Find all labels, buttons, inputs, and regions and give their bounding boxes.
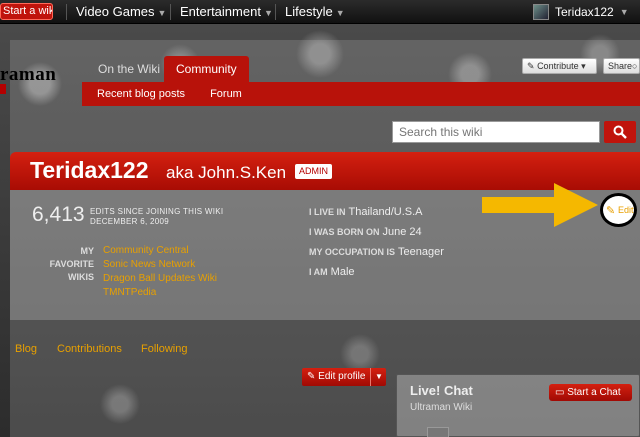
speech-bubble-icon: ▭ [555,387,565,398]
share-label: Share [608,61,633,71]
share-icon: ○ [632,61,638,71]
hub-video-games[interactable]: Video Games ▼ [76,4,166,19]
favorite-wiki-link[interactable]: Sonic News Network [103,258,217,272]
button-divider [370,368,371,386]
hub-label: Lifestyle [285,4,333,19]
edit-profile-label: Edit profile [318,371,366,382]
chat-title: Live! Chat [410,383,473,398]
wiki-logo-mark [0,84,6,94]
favorite-wikis-list: Community Central Sonic News Network Dra… [103,244,217,300]
info-gender: I AM Male [309,266,355,278]
info-value: June 24 [382,226,422,238]
chevron-down-icon[interactable]: ▼ [375,368,383,386]
edit-count: 6,413 [32,203,85,226]
profile-username: Teridax122 [30,157,149,183]
avatar [427,427,449,437]
community-subnav: Recent blog posts Forum [82,82,640,106]
tab-on-the-wiki[interactable]: On the Wiki [86,56,172,82]
search-icon [613,125,627,139]
chevron-down-icon: ▼ [263,8,273,18]
tab-community[interactable]: Community [164,56,249,82]
joined-date: DECEMBER 6, 2009 [90,217,170,226]
live-chat-module: Live! Chat Ultraman Wiki ▭ Start a Chat [396,374,640,437]
share-button[interactable]: Share○ [603,58,640,74]
info-occupation: MY OCCUPATION IS Teenager [309,246,444,258]
edits-label: EDITS SINCE JOINING THIS WIKI [90,207,224,216]
favorite-wikis-label: MY FAVORITE WIKIS [49,246,94,282]
info-key: I WAS BORN ON [309,227,380,237]
chevron-down-icon: ▼ [619,7,629,17]
user-menu[interactable]: Teridax122 ▼ [533,3,629,21]
chevron-down-icon: ▾ [581,61,586,71]
annotation-arrow-icon [482,183,598,227]
status-badge: ADMIN [295,164,332,179]
info-value: Thailand/U.S.A [348,206,423,218]
start-chat-button[interactable]: ▭ Start a Chat [549,384,632,401]
chat-wiki-name: Ultraman Wiki [410,402,473,413]
tab-following[interactable]: Following [141,343,187,355]
edit-label: Edit [618,205,634,215]
edit-profile-info-link[interactable]: ✎ Edit [600,193,637,227]
edit-profile-button[interactable]: ✎ Edit profile ▼ [302,368,386,386]
favorite-wiki-link[interactable]: Dragon Ball Updates Wiki [103,272,217,286]
subnav-item-recent-blog-posts[interactable]: Recent blog posts [97,88,185,100]
hub-entertainment[interactable]: Entertainment ▼ [180,4,273,19]
info-key: MY OCCUPATION IS [309,247,396,257]
favorite-wiki-link[interactable]: TMNTPedia [103,286,217,300]
pencil-icon: ✎ [307,371,316,382]
avatar [533,4,549,20]
chevron-down-icon: ▼ [335,8,345,18]
pencil-icon: ✎ [606,205,616,217]
search-input[interactable] [392,121,600,143]
global-navigation: Start a wiki Video Games ▼ Entertainment ▼… [0,0,640,24]
favorite-wiki-link[interactable]: Community Central [103,244,217,258]
nav-separator [170,4,171,20]
nav-separator [66,4,67,20]
real-name: John.S.Ken [198,163,287,182]
chevron-down-icon: ▼ [157,8,167,18]
profile-aka: aka John.S.Ken [166,163,286,183]
info-location: I LIVE IN Thailand/U.S.A [309,206,423,218]
info-value: Teenager [398,246,444,258]
username: Teridax122 [555,5,614,19]
tab-contributions[interactable]: Contributions [57,343,122,355]
contribute-button[interactable]: ✎ Contribute ▾ [522,58,597,74]
info-value: Male [330,266,355,278]
info-key: I LIVE IN [309,207,346,217]
search-button[interactable] [604,121,636,143]
tab-blog[interactable]: Blog [15,343,37,355]
start-chat-label: Start a Chat [567,387,621,398]
contribute-label: Contribute [537,61,579,71]
hub-label: Video Games [76,4,155,19]
info-key: I AM [309,267,328,277]
hub-lifestyle[interactable]: Lifestyle ▼ [285,4,345,19]
pencil-icon: ✎ [527,61,535,71]
info-birthday: I WAS BORN ON June 24 [309,226,422,238]
start-a-wiki-button[interactable]: Start a wiki [0,3,53,20]
nav-separator [275,4,276,20]
hub-label: Entertainment [180,4,261,19]
subnav-item-forum[interactable]: Forum [210,88,242,100]
aka-prefix: aka [166,163,194,182]
wiki-logo[interactable]: raman [0,64,56,86]
